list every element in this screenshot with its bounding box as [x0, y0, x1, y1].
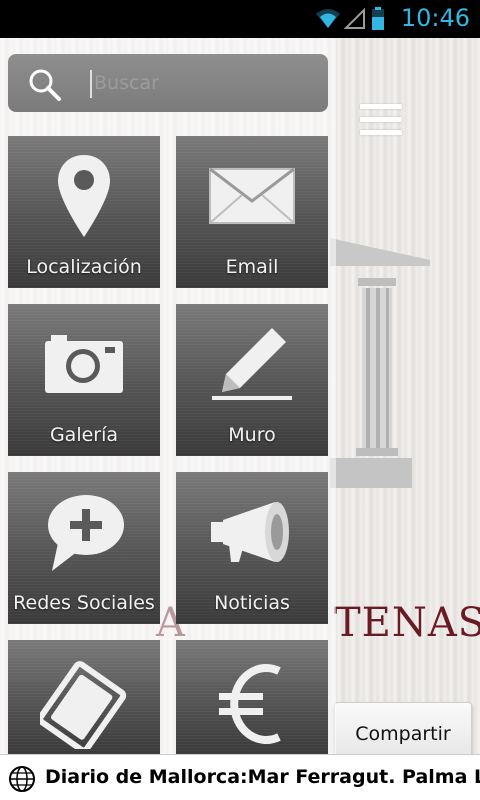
navigation-drawer: Localización Email Galería — [0, 38, 336, 754]
tile-localizacion[interactable]: Localización — [8, 136, 160, 288]
tile-tickets[interactable] — [8, 640, 160, 754]
euro-icon — [219, 664, 281, 744]
hamburger-menu-icon[interactable] — [360, 104, 402, 138]
search-box[interactable] — [8, 54, 328, 112]
tile-email[interactable]: Email — [176, 136, 328, 288]
tile-redes-sociales[interactable]: Redes Sociales — [8, 472, 160, 624]
status-time: 10:46 — [400, 4, 470, 32]
signal-icon — [343, 7, 365, 29]
tile-galeria[interactable]: Galería — [8, 304, 160, 456]
envelope-icon — [209, 167, 295, 224]
brand-text: TENAS — [334, 600, 480, 646]
globe-icon — [9, 766, 35, 792]
search-input[interactable] — [94, 66, 314, 100]
wifi-icon — [316, 9, 340, 28]
battery-icon — [372, 7, 384, 30]
camera-icon — [45, 335, 123, 393]
tile-label: Noticias — [214, 592, 290, 614]
tile-label: Redes Sociales — [13, 592, 155, 614]
status-bar: 10:46 — [0, 0, 480, 38]
tickets-icon — [40, 661, 127, 749]
temple-logo — [330, 238, 430, 488]
tile-label: Localización — [26, 256, 142, 278]
megaphone-icon — [211, 502, 289, 562]
tile-label: Muro — [228, 424, 276, 446]
search-caret — [90, 70, 92, 98]
tile-noticias[interactable]: Noticias — [176, 472, 328, 624]
status-icons — [316, 7, 384, 30]
pencil-icon — [212, 328, 292, 400]
news-ticker[interactable]: Diario de Mallorca:Mar Ferragut. Palma L… — [0, 754, 480, 800]
speech-bubble-plus-icon — [48, 495, 124, 571]
tile-euro[interactable] — [176, 640, 328, 754]
tile-muro[interactable]: Muro — [176, 304, 328, 456]
location-pin-icon — [58, 155, 110, 237]
ticker-text: Diario de Mallorca:Mar Ferragut. Palma L… — [45, 766, 480, 788]
search-icon — [29, 69, 61, 101]
tile-label: Galería — [49, 424, 119, 446]
tile-label: Email — [225, 256, 279, 278]
